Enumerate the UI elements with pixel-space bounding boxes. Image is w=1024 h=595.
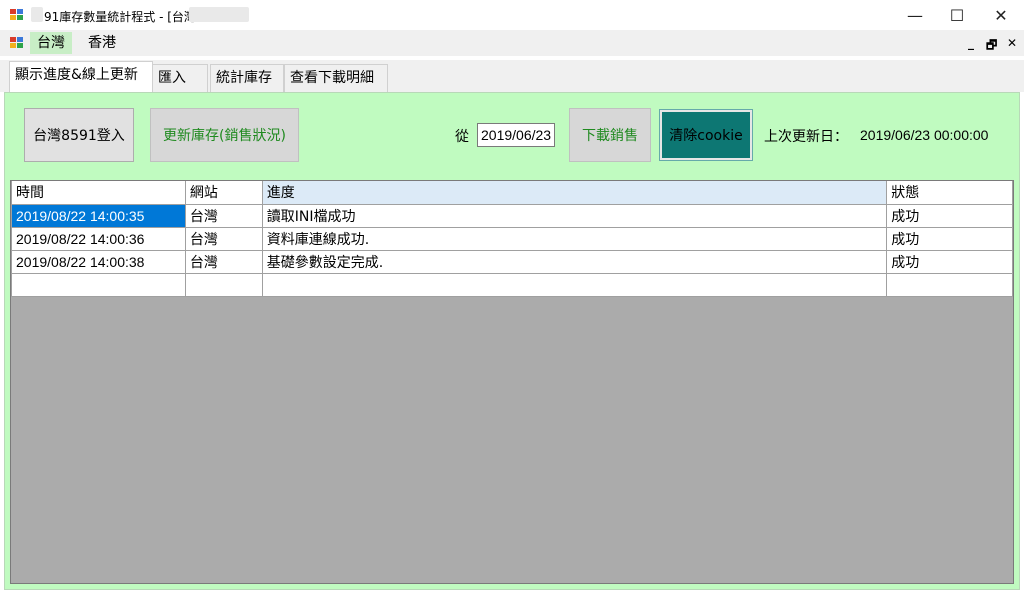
tab-strip: 顯示進度&線上更新 匯入 統計庫存 查看下載明細 xyxy=(0,60,1024,92)
column-header-status[interactable]: 狀態 xyxy=(886,181,1013,205)
app-icon xyxy=(10,9,24,21)
redacted-title-suffix xyxy=(189,7,249,22)
cell-site[interactable]: 台灣 xyxy=(184,203,263,228)
column-header-time[interactable]: 時間 xyxy=(11,181,186,205)
progress-table: 時間 網站 進度 狀態 2019/08/22 14:00:35 台灣 讀取INI… xyxy=(11,181,1013,297)
empty-cell[interactable] xyxy=(261,272,888,297)
last-update-value: 2019/06/23 00:00:00 xyxy=(860,127,989,143)
column-header-site[interactable]: 網站 xyxy=(184,181,263,205)
progress-grid[interactable]: 時間 網站 進度 狀態 2019/08/22 14:00:35 台灣 讀取INI… xyxy=(10,180,1014,584)
from-date-input[interactable] xyxy=(477,123,555,147)
menu-item-hongkong[interactable]: 香港 xyxy=(81,32,123,54)
cell-status[interactable]: 成功 xyxy=(886,249,1013,274)
menu-bar: 台灣 香港 xyxy=(0,30,1024,56)
menu-item-taiwan[interactable]: 台灣 xyxy=(30,32,72,54)
cell-time[interactable]: 2019/08/22 14:00:36 xyxy=(11,226,186,251)
download-sales-button[interactable]: 下載銷售 xyxy=(569,108,651,162)
mdi-child-icon xyxy=(10,37,24,49)
tab-download-details[interactable]: 查看下載明細 xyxy=(284,64,388,92)
last-update-label: 上次更新日： xyxy=(764,129,848,145)
mdi-restore-button[interactable]: 🗗 xyxy=(986,36,997,57)
cell-time[interactable]: 2019/08/22 14:00:38 xyxy=(11,249,186,274)
empty-cell[interactable] xyxy=(184,272,263,297)
column-header-progress[interactable]: 進度 xyxy=(261,181,888,205)
tab-progress-update[interactable]: 顯示進度&線上更新 xyxy=(9,61,153,92)
update-stock-button[interactable]: 更新庫存(銷售狀況) xyxy=(150,108,299,162)
tab-import[interactable]: 匯入 xyxy=(152,64,208,92)
minimize-button[interactable]: — xyxy=(892,0,938,30)
maximize-button[interactable]: ☐ xyxy=(934,0,980,30)
table-row[interactable]: 2019/08/22 14:00:38 台灣 基礎參數設定完成. 成功 xyxy=(11,249,1013,274)
cell-time[interactable]: 2019/08/22 14:00:35 xyxy=(11,203,186,228)
cell-progress[interactable]: 基礎參數設定完成. xyxy=(261,249,888,274)
cell-status[interactable]: 成功 xyxy=(886,226,1013,251)
table-row[interactable]: 2019/08/22 14:00:36 台灣 資料庫連線成功. 成功 xyxy=(11,226,1013,251)
clear-cookie-button[interactable]: 清除cookie xyxy=(659,109,753,161)
cell-status[interactable]: 成功 xyxy=(886,203,1013,228)
mdi-close-button[interactable]: ✕ xyxy=(1007,36,1017,50)
window-title: 91庫存數量統計程式 - [台灣 xyxy=(44,10,196,24)
redacted-title-prefix xyxy=(31,7,43,22)
mdi-minimize-button[interactable]: _ xyxy=(968,36,974,50)
from-label: 從 xyxy=(455,129,469,145)
empty-cell[interactable] xyxy=(886,272,1013,297)
cell-progress[interactable]: 資料庫連線成功. xyxy=(261,226,888,251)
cell-site[interactable]: 台灣 xyxy=(184,249,263,274)
tab-stock-stats[interactable]: 統計庫存 xyxy=(210,64,284,92)
login-button[interactable]: 台灣8591登入 xyxy=(24,108,134,162)
cell-progress[interactable]: 讀取INI檔成功 xyxy=(261,203,888,228)
cell-site[interactable]: 台灣 xyxy=(184,226,263,251)
close-button[interactable]: ✕ xyxy=(978,0,1024,30)
new-row-placeholder[interactable] xyxy=(11,272,1013,297)
title-bar: 91庫存數量統計程式 - [台灣 — ☐ ✕ xyxy=(0,0,1024,30)
grid-header-row: 時間 網站 進度 狀態 xyxy=(11,181,1013,205)
table-row[interactable]: 2019/08/22 14:00:35 台灣 讀取INI檔成功 成功 xyxy=(11,203,1013,228)
empty-cell[interactable] xyxy=(11,272,186,297)
